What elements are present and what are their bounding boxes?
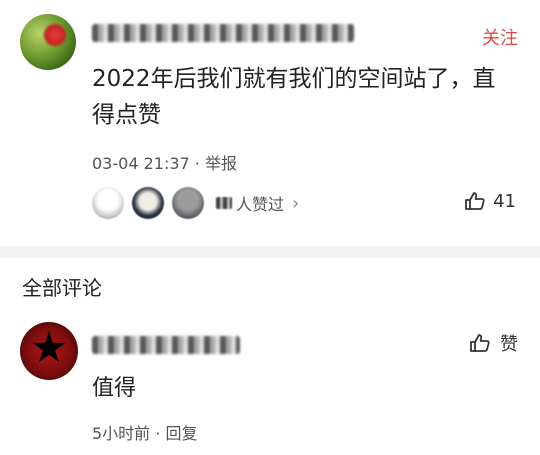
likers-row[interactable]: 人赞过 › [92,183,299,223]
thumbs-up-icon [468,331,492,355]
post-like-button[interactable]: 41 [463,189,516,213]
comments-section-title: 全部评论 [22,276,102,300]
comment-author-username-masked[interactable] [92,336,240,354]
liker-avatar[interactable] [172,187,204,219]
avatar-decoration [44,24,66,46]
meta-separator: · [194,154,205,173]
chevron-right-icon: › [292,192,300,214]
comment-text: 值得 [92,376,137,401]
comment-like-button[interactable]: 赞 [468,330,518,356]
post-card: 关注 2022年后我们就有我们的空间站了，直得点赞 03-04 21:37 · … [0,0,540,246]
star-icon [32,331,66,362]
likers-label: 人赞过 [236,195,285,214]
post-author-username-masked[interactable] [92,24,354,42]
comment-meta: 5小时前 · 回复 [92,420,197,444]
likers-link[interactable]: 人赞过 › [216,191,299,215]
thumbs-up-icon [463,189,487,213]
comment-like-label: 赞 [500,334,518,355]
follow-button[interactable]: 关注 [482,24,518,50]
post-content: 2022年后我们就有我们的空间站了，直得点赞 [92,66,496,128]
liker-avatar[interactable] [132,187,164,219]
post-author-avatar[interactable] [20,14,76,70]
reply-link[interactable]: 回复 [165,424,197,443]
post-meta: 03-04 21:37 · 举报 [92,150,237,174]
liker-avatar[interactable] [92,187,124,219]
post-time: 03-04 21:37 [92,154,190,173]
likers-count-masked [216,197,232,209]
post-like-count: 41 [493,190,516,212]
section-divider [0,246,540,258]
report-link[interactable]: 举报 [205,154,237,173]
comment-time: 5小时前 [92,424,151,443]
comment-author-avatar[interactable] [20,322,78,380]
meta-separator: · [155,424,166,443]
